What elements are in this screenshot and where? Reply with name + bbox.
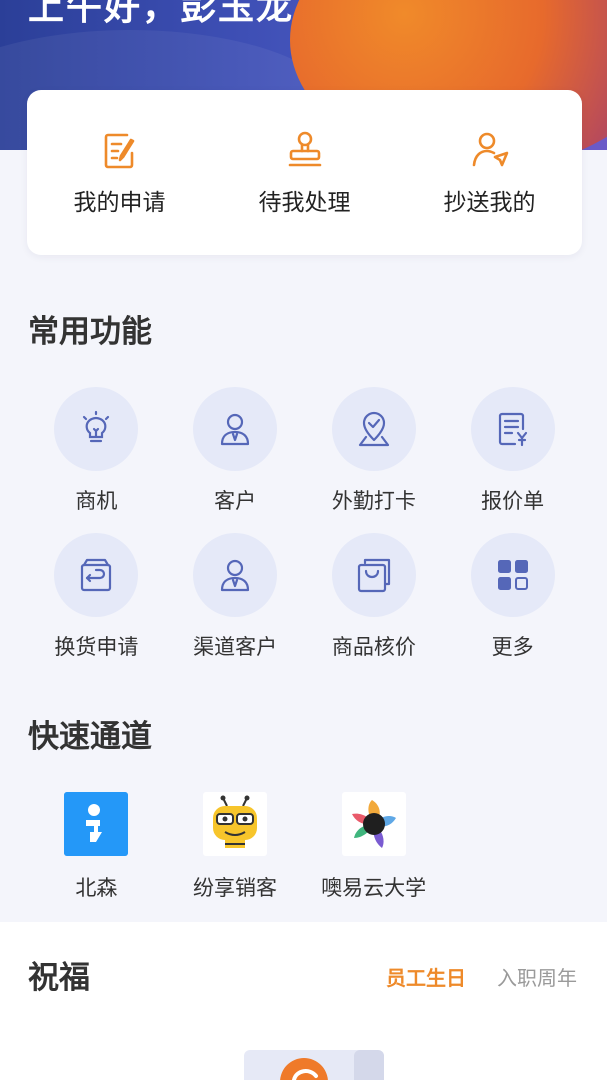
function-label: 更多 — [491, 635, 534, 659]
exchange-box-icon — [81, 558, 112, 592]
function-label: 换货申请 — [54, 635, 139, 659]
gift-illustration-icon — [244, 1050, 384, 1080]
colorful-petal-logo-icon — [341, 792, 406, 856]
beisen-logo-icon — [64, 792, 129, 856]
function-label: 外勤打卡 — [331, 489, 416, 513]
function-icon-circle — [470, 533, 555, 617]
bee-logo-icon — [202, 792, 267, 856]
approval-pending[interactable]: 待我处理 — [230, 129, 380, 217]
quick-access-aoyi-university[interactable]: 噢易云大学 — [304, 792, 443, 902]
function-icon-circle — [331, 387, 416, 471]
user-send-icon — [472, 132, 508, 166]
section-title-common-functions: 常用功能 — [28, 314, 152, 350]
lightbulb-icon — [83, 410, 110, 443]
person-icon — [221, 559, 250, 592]
function-icon-circle — [331, 533, 416, 617]
function-label: 客户 — [214, 489, 257, 513]
blessing-section: 祝福 员工生日 入职周年 — [0, 922, 607, 1080]
document-edit-icon — [104, 133, 134, 168]
person-icon — [221, 413, 250, 446]
function-quotation[interactable]: 报价单 — [443, 387, 582, 517]
function-icon-circle — [470, 387, 555, 471]
function-icon-circle — [54, 533, 139, 617]
section-title-quick-access: 快速通道 — [28, 719, 152, 755]
function-exchange-request[interactable]: 换货申请 — [27, 533, 166, 663]
approval-label: 抄送我的 — [443, 189, 536, 216]
function-label: 渠道客户 — [193, 635, 278, 659]
grid-more-icon — [497, 560, 528, 590]
function-icon-circle — [54, 387, 139, 471]
approval-cc-me[interactable]: 抄送我的 — [415, 129, 565, 217]
product-price-icon — [357, 558, 390, 593]
greeting-text: 上午好，彭玉龙 — [28, 0, 295, 28]
stamp-icon — [288, 131, 321, 166]
approval-my-requests[interactable]: 我的申请 — [45, 129, 195, 217]
quote-document-icon — [498, 412, 527, 447]
tab-employee-birthday[interactable]: 员工生日 — [386, 962, 466, 991]
quick-access-label: 噢易云大学 — [321, 876, 427, 900]
function-icon-circle — [193, 387, 278, 471]
function-business-opportunity[interactable]: 商机 — [27, 387, 166, 517]
function-icon-circle — [193, 533, 278, 617]
function-field-checkin[interactable]: 外勤打卡 — [305, 387, 444, 517]
location-check-icon — [358, 411, 389, 447]
quick-access-row: 北森 纷享销客 噢易云大学 — [27, 792, 443, 902]
function-label: 报价单 — [481, 489, 545, 513]
function-label: 商品核价 — [331, 635, 416, 659]
approval-label: 待我处理 — [258, 189, 351, 216]
function-customer[interactable]: 客户 — [166, 387, 305, 517]
common-functions-grid: 商机 客户 外勤打卡 报价单 换货申请 渠道客户 商品核价 更多 — [27, 387, 582, 663]
quick-access-label: 北森 — [75, 876, 118, 900]
function-label: 商机 — [75, 489, 118, 513]
tab-work-anniversary[interactable]: 入职周年 — [497, 962, 577, 991]
function-product-pricing[interactable]: 商品核价 — [305, 533, 444, 663]
blessing-title: 祝福 — [28, 960, 90, 996]
approval-card: 我的申请 待我处理 抄送我的 — [27, 90, 582, 255]
function-channel-customer[interactable]: 渠道客户 — [166, 533, 305, 663]
quick-access-fenxiang[interactable]: 纷享销客 — [166, 792, 305, 902]
quick-access-label: 纷享销客 — [192, 876, 277, 900]
quick-access-beisen[interactable]: 北森 — [27, 792, 166, 902]
function-more[interactable]: 更多 — [443, 533, 582, 663]
approval-label: 我的申请 — [73, 189, 166, 216]
